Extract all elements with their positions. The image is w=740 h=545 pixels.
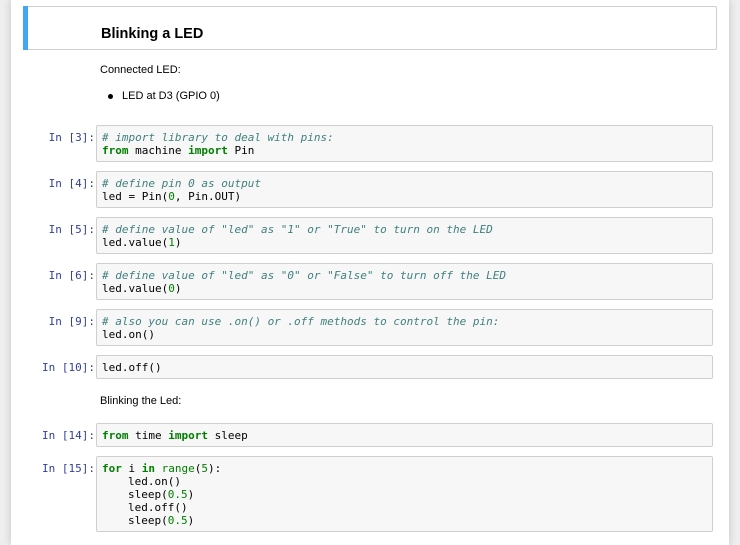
code-line: led = Pin(0, Pin.OUT) (102, 190, 242, 203)
code-line: sleep(0.5) (128, 514, 195, 527)
cell-prompt: In [5]: (48, 223, 95, 236)
markdown-bullet-item: LED at D3 (GPIO 0) (122, 90, 220, 102)
bullet-icon (108, 94, 113, 99)
cell-prompt: In [10]: (42, 361, 95, 374)
code-line: # import library to deal with pins: (102, 131, 334, 144)
cell-heading: Blinking a LED (101, 26, 204, 42)
cell-prompt: In [15]: (42, 462, 95, 475)
code-line: led.on() (128, 475, 181, 488)
code-line: led.off() (128, 501, 188, 514)
markdown-text-connected: Connected LED: (100, 64, 181, 76)
markdown-text-blinking: Blinking the Led: (100, 395, 182, 407)
code-cell[interactable]: # define value of "led" as "0" or "False… (96, 263, 713, 300)
code-line: sleep(0.5) (128, 488, 195, 501)
cell-prompt: In [4]: (48, 177, 95, 190)
code-cell[interactable]: for i in range(5): led.on() sleep(0.5) l… (96, 456, 713, 532)
code-line: led.on() (102, 328, 155, 341)
code-line: led.value(1) (102, 236, 182, 249)
cell-prompt: In [9]: (48, 315, 95, 328)
code-line: led.off() (102, 361, 162, 374)
code-line: # define value of "led" as "0" or "False… (102, 269, 506, 282)
cell-prompt: In [14]: (42, 429, 95, 442)
markdown-cell-selected[interactable]: Blinking a LED (23, 6, 717, 50)
code-cell[interactable]: # import library to deal with pins: from… (96, 125, 713, 162)
cell-prompt: In [6]: (48, 269, 95, 282)
code-line: # also you can use .on() or .off methods… (102, 315, 500, 328)
code-line: # define pin 0 as output (102, 177, 261, 190)
notebook-page: Blinking a LED Connected LED: LED at D3 … (11, 0, 729, 545)
code-line: from time import sleep (102, 429, 248, 442)
code-line: led.value(0) (102, 282, 182, 295)
code-cell[interactable]: from time import sleep (96, 423, 713, 447)
code-cell[interactable]: led.off() (96, 355, 713, 379)
code-cell[interactable]: # also you can use .on() or .off methods… (96, 309, 713, 346)
selection-indicator (23, 6, 28, 50)
code-cell[interactable]: # define value of "led" as "1" or "True"… (96, 217, 713, 254)
code-line: from machine import Pin (102, 144, 255, 157)
code-line: # define value of "led" as "1" or "True"… (102, 223, 493, 236)
code-cell[interactable]: # define pin 0 as output led = Pin(0, Pi… (96, 171, 713, 208)
code-line: for i in range(5): (102, 462, 222, 475)
cell-prompt: In [3]: (48, 131, 95, 144)
